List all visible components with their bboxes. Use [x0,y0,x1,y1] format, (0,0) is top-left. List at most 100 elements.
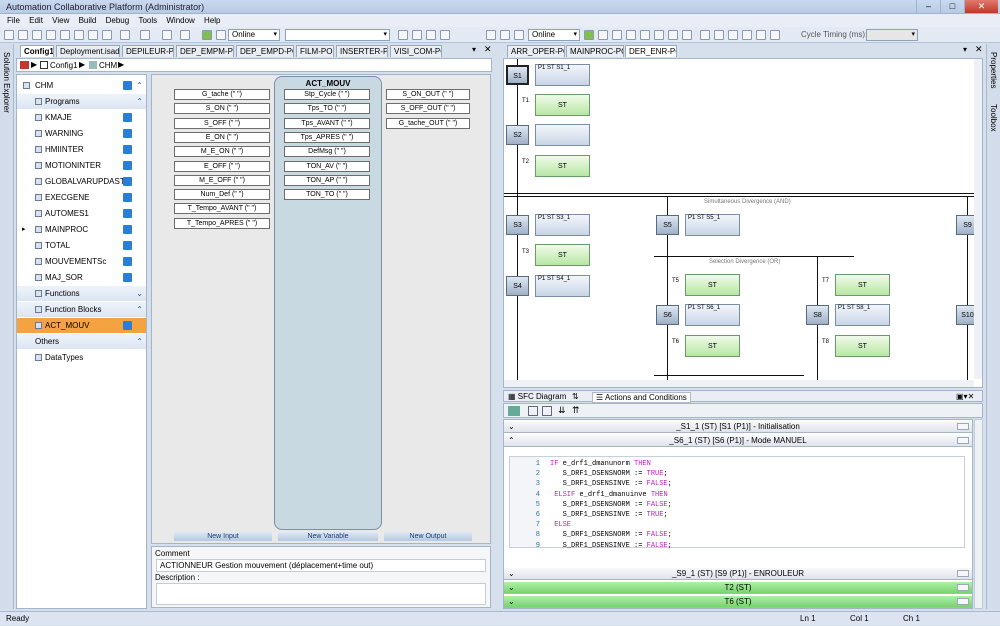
fb-output-variable[interactable]: S_ON_OUT (" ") [386,89,470,100]
debug-icon-3[interactable] [654,30,664,40]
debug-icon-11[interactable] [770,30,780,40]
sfc-step[interactable]: S2 [506,125,529,145]
layout-icon-1[interactable] [486,30,496,40]
sfc-step[interactable]: S1 [506,65,529,85]
tab-der-enr[interactable]: DER_ENR-POU [625,45,677,57]
menu-edit[interactable]: Edit [29,14,43,27]
close-window-button[interactable]: ✕ [964,0,998,13]
layout-icon-3[interactable] [514,30,524,40]
collapse-icon[interactable]: ⌃ [136,334,143,349]
sfc-diagram[interactable]: Simultaneous Divergence (AND) Selection … [503,58,983,388]
add-action-icon[interactable] [508,406,520,416]
sfc-transition[interactable]: T2 [522,159,529,165]
sfc-action-box[interactable] [535,124,590,146]
tab-menu-icon[interactable]: ▾ [963,45,967,54]
tool-icon-1[interactable] [398,30,408,40]
fb-output-variable[interactable]: S_OFF_OUT (" ") [386,103,470,115]
sfc-transition[interactable]: T6 [672,339,679,345]
sfc-action-box[interactable]: P1 ST S8_1 [835,304,890,326]
tree-item-act-mouv[interactable]: ACT_MOUV [17,318,146,333]
tab-arr-oper[interactable]: ARR_OPER-POU [507,45,565,57]
code-line[interactable]: S_DRF1_DSENSINVE := TRUE; [550,511,668,519]
tab-dep-empd[interactable]: DEP_EMPD-POU [236,45,294,57]
tree-item-program[interactable]: AUTOMES1 [17,206,146,221]
menu-window[interactable]: Window [166,14,194,27]
collapse-icon[interactable]: ⌃ [136,302,143,317]
fb-input-variable[interactable]: E_OFF (" ") [174,160,270,172]
fb-internal-variable[interactable]: TON_TO (" ") [284,189,370,201]
collapse-icon[interactable]: ⌃ [136,78,143,93]
close-tab-icon[interactable]: ✕ [975,44,983,55]
debug-icon-10[interactable] [756,30,766,40]
sfc-transition[interactable]: T7 [822,278,829,284]
fb-input-variable[interactable]: S_OFF (" ") [174,117,270,129]
pane-menu-icon[interactable]: ▣▾✕ [956,392,974,401]
menu-tools[interactable]: Tools [138,14,157,27]
paste-icon[interactable] [88,30,98,40]
minimize-button[interactable]: – [916,0,940,13]
tab-visi-com[interactable]: VISI_COM-POU [390,45,442,57]
properties-label[interactable]: Properties [989,52,998,88]
build-icon[interactable] [180,30,190,40]
fb-input-variable[interactable]: E_ON (" ") [174,131,270,143]
new-input-button[interactable]: New Input [174,532,272,541]
menu-build[interactable]: Build [79,14,97,27]
home-icon[interactable] [20,61,29,69]
tab-config1[interactable]: Config1 [20,45,54,57]
debug-icon-9[interactable] [742,30,752,40]
breadcrumb-chm[interactable]: CHM [99,61,117,70]
sfc-action-box[interactable]: P1 ST S5_1 [685,214,740,236]
play-icon[interactable] [584,30,594,40]
menu-view[interactable]: View [52,14,69,27]
fb-internal-variable[interactable]: Stp_Cycle (" ") [284,89,370,100]
debug-icon-5[interactable] [682,30,692,40]
code-line[interactable]: ELSIF e_drf1_dmanuinve THEN [550,491,667,499]
tree-item-program[interactable]: GLOBALVARUPDASTE [17,174,146,189]
fb-internal-variable[interactable]: Tps_AVANT (" ") [284,117,370,129]
code-line[interactable]: IF e_drf1_dmanunorm THEN [550,460,651,468]
solution-explorer-dock[interactable]: Solution Explorer [0,44,14,609]
fb-input-variable[interactable]: T_Tempo_APRES (" ") [174,217,270,229]
sfc-step[interactable]: S6 [656,305,679,325]
tab-menu-icon[interactable]: ▾ [472,45,476,54]
fb-internal-variable[interactable]: DefMsg (" ") [284,146,370,158]
action-bar-t6[interactable]: ⌄ T6 (ST) [504,596,972,608]
mode-select-right[interactable]: Online ▾ [528,29,580,41]
sfc-step[interactable]: S8 [806,305,829,325]
comment-input[interactable]: ACTIONNEUR Gestion mouvement (déplacemen… [156,559,486,572]
new-output-button[interactable]: New Output [384,532,472,541]
fb-internal-variable[interactable]: TON_AP (" ") [284,174,370,186]
sfc-st-box[interactable]: ST [535,94,590,116]
redo-icon[interactable] [140,30,150,40]
expand-icon[interactable]: ▸ [22,222,26,237]
tree-item-program[interactable]: WARNING [17,126,146,141]
tab-inserter[interactable]: INSERTER-POU [336,45,388,57]
fb-input-variable[interactable]: T_Tempo_AVANT (" ") [174,203,270,215]
tree-item-program[interactable]: HMIINTER [17,142,146,157]
grid-icon[interactable] [528,406,538,416]
breadcrumb-config[interactable]: Config1 [50,61,78,70]
actions-conditions-tab[interactable]: ☰ Actions and Conditions [592,392,691,403]
tree-item-program[interactable]: MAJ_SOR [17,270,146,285]
fb-input-variable[interactable]: M_E_OFF (" ") [174,174,270,186]
stop-icon[interactable] [216,30,226,40]
tab-deployment[interactable]: Deployment.isadpl [56,45,120,57]
save-icon[interactable] [32,30,42,40]
sfc-st-box[interactable]: ST [835,335,890,357]
code-line[interactable]: S_DRF1_DSENSINVE := FALSE; [550,542,672,550]
sfc-st-box[interactable]: ST [685,274,740,296]
tree-item-program[interactable]: KMAJE [17,110,146,125]
fb-output-variable[interactable]: G_tache_OUT (" ") [386,117,470,129]
step-icon[interactable] [612,30,622,40]
sfc-step[interactable]: S4 [506,276,529,296]
sfc-transition[interactable]: T3 [522,249,529,255]
tree-item-program[interactable]: ▸ MAINPROC [17,222,146,237]
debug-icon-6[interactable] [700,30,710,40]
sfc-step[interactable]: S5 [656,215,679,235]
tree-item-program[interactable]: MOTIONINTER [17,158,146,173]
code-line[interactable]: S_DRF1_DSENSINVE := FALSE; [550,480,672,488]
cut-icon[interactable] [60,30,70,40]
solution-explorer-label[interactable]: Solution Explorer [2,52,11,113]
code-line[interactable]: S_DRF1_DSENSNORM := TRUE; [550,470,668,478]
cycle-timing-input[interactable]: ▾ [866,29,918,41]
